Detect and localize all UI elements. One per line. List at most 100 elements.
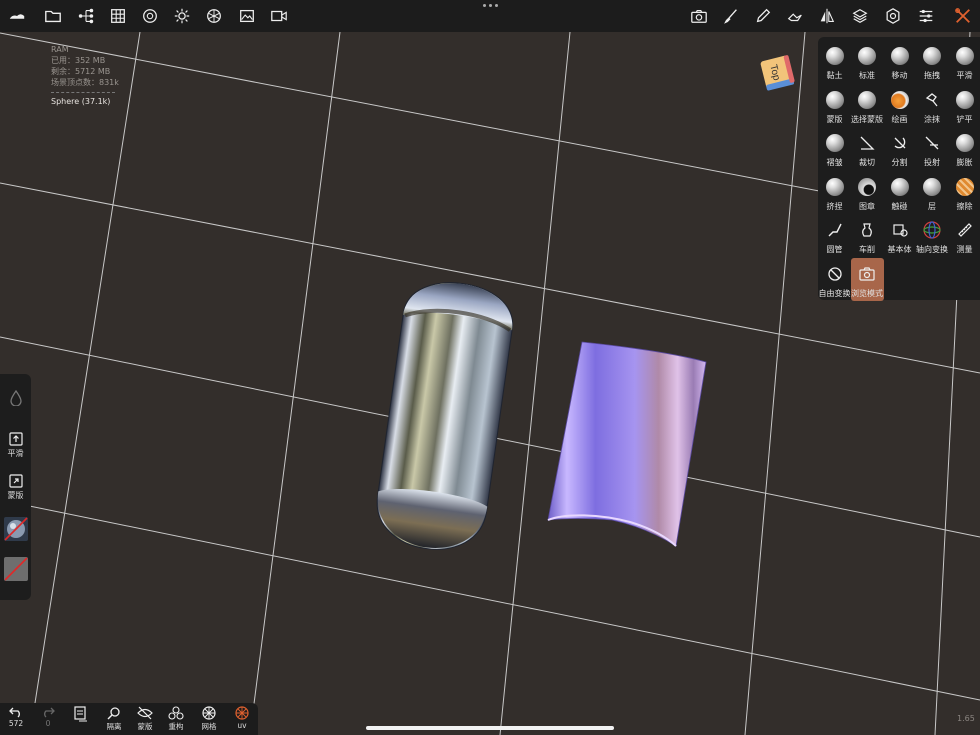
tools-icon[interactable]	[950, 4, 976, 28]
scene-tree-icon[interactable]	[73, 4, 99, 28]
eyedropper-icon[interactable]	[750, 4, 776, 28]
drag-icon	[921, 45, 943, 67]
tool-label: 基本体	[887, 245, 912, 254]
tool-trim[interactable]: 裁切	[851, 127, 884, 170]
tool-clay[interactable]: 黏土	[818, 40, 851, 83]
scene-stats: RAM 已用：352 MB 剩余：5712 MB 场景顶点数：831k Sphe…	[51, 44, 119, 107]
matcap-swatch[interactable]	[0, 516, 31, 542]
tool-transform[interactable]: 自由变换	[818, 258, 851, 301]
tool-stamp[interactable]: 图章	[851, 171, 884, 214]
tool-label: 挤捏	[826, 201, 843, 211]
camera-icon[interactable]	[686, 4, 712, 28]
smudge-icon	[921, 89, 943, 111]
home-indicator[interactable]	[366, 726, 614, 730]
tool-tube[interactable]: 圆管	[818, 214, 851, 257]
paint-icon	[889, 89, 911, 111]
split-icon	[889, 132, 911, 154]
tool-mask[interactable]: 蒙版	[818, 84, 851, 127]
material-icon[interactable]	[137, 4, 163, 28]
tool-smudge[interactable]: 涂抹	[916, 84, 949, 127]
tool-label: 褶皱	[826, 158, 843, 167]
tool-inflate[interactable]: 膨胀	[948, 127, 980, 170]
tool-nudge[interactable]: 触碰	[883, 171, 916, 214]
ram-label: RAM	[51, 45, 69, 54]
ruler-icon	[954, 219, 976, 241]
redo-button[interactable]: 0	[32, 706, 64, 728]
settings-icon[interactable]	[880, 4, 906, 28]
light-icon[interactable]	[169, 4, 195, 28]
tool-label: 膨胀	[956, 158, 973, 167]
shading-icon[interactable]	[201, 4, 227, 28]
nomad-logo-icon[interactable]	[4, 4, 30, 28]
pinch-icon	[824, 176, 846, 198]
tool-label: 平滑	[956, 71, 973, 80]
tool-label: 轴向变换	[916, 245, 948, 254]
project-icon	[921, 132, 943, 154]
mask-icon	[824, 89, 846, 111]
smooth-icon	[954, 45, 976, 67]
version-label: 1.65	[957, 714, 975, 723]
tool-drag[interactable]: 拖拽	[916, 40, 949, 83]
remesh-button[interactable]: 重构	[160, 706, 192, 732]
image-icon[interactable]	[234, 4, 260, 28]
gizmo-icon	[921, 219, 943, 241]
tool-view-camera[interactable]: 浏览模式	[850, 257, 884, 301]
tool-layer[interactable]: 层	[916, 171, 949, 214]
tool-lathe[interactable]: 车削	[851, 214, 884, 257]
tool-gizmo[interactable]: 轴向变换	[916, 214, 949, 257]
tool-ruler[interactable]: 测量	[948, 214, 980, 257]
tool-select-mask[interactable]: 选择蒙版	[851, 84, 884, 127]
tool-split[interactable]: 分割	[883, 127, 916, 170]
grid-menu-icon[interactable]	[105, 4, 131, 28]
mask-toggle[interactable]: 蒙版	[0, 474, 31, 501]
crease-icon	[824, 132, 846, 154]
tool-move[interactable]: 移动	[883, 40, 916, 83]
ram-free: 剩余：5712 MB	[51, 67, 111, 76]
sliders-icon[interactable]	[913, 4, 939, 28]
folder-icon[interactable]	[40, 4, 66, 28]
smooth-toggle[interactable]: 平滑	[0, 432, 31, 459]
primitive-icon	[889, 219, 911, 241]
vertex-count: 场景顶点数：831k	[51, 78, 119, 87]
tool-paint[interactable]: 绘画	[883, 84, 916, 127]
tool-label: 绘画	[891, 114, 908, 124]
selected-object: Sphere (37.1k)	[51, 97, 111, 106]
more-dots-icon[interactable]	[480, 4, 500, 12]
nav-cube[interactable]: Top	[758, 52, 796, 92]
isolate-button[interactable]: 隔离	[98, 706, 130, 732]
remesh-label: 重构	[168, 722, 184, 731]
video-icon[interactable]	[266, 4, 292, 28]
symmetry-icon[interactable]	[814, 4, 840, 28]
drop-icon[interactable]	[0, 390, 31, 406]
tool-label: 拖拽	[924, 71, 940, 80]
tool-crease[interactable]: 褶皱	[818, 127, 851, 170]
undo-button[interactable]: 572	[0, 706, 32, 728]
lathe-icon	[856, 219, 878, 241]
tool-label: 层	[928, 201, 936, 211]
tool-smooth[interactable]: 平滑	[948, 40, 980, 83]
tool-project[interactable]: 投射	[916, 127, 949, 170]
brush-icon[interactable]	[718, 4, 744, 28]
mask-label: 蒙版	[7, 491, 24, 500]
tool-primitive[interactable]: 基本体	[883, 214, 916, 257]
layers-icon[interactable]	[847, 4, 873, 28]
left-toolbar: 平滑 蒙版	[0, 374, 31, 600]
tool-flatten[interactable]: 铲平	[948, 84, 980, 127]
smooth-label: 平滑	[7, 449, 24, 458]
tool-pinch[interactable]: 挤捏	[818, 171, 851, 214]
mesh-button[interactable]: 网格	[193, 706, 225, 732]
uv-button[interactable]: uv	[226, 706, 258, 730]
tool-erase[interactable]: 擦除	[948, 171, 980, 214]
erase-icon	[954, 176, 976, 198]
tool-standard[interactable]: 标准	[851, 40, 884, 83]
uv-label: uv	[237, 721, 247, 730]
redo-count: 0	[45, 719, 51, 728]
color-swatch[interactable]	[0, 556, 31, 582]
mesh-label: 网格	[201, 722, 217, 731]
history-button[interactable]	[64, 706, 96, 722]
mask-visibility-button[interactable]: 蒙版	[129, 706, 161, 732]
tool-label: 圆管	[826, 245, 843, 254]
tool-label: 移动	[891, 71, 908, 80]
hand-icon[interactable]	[782, 4, 808, 28]
trim-icon	[856, 132, 878, 154]
